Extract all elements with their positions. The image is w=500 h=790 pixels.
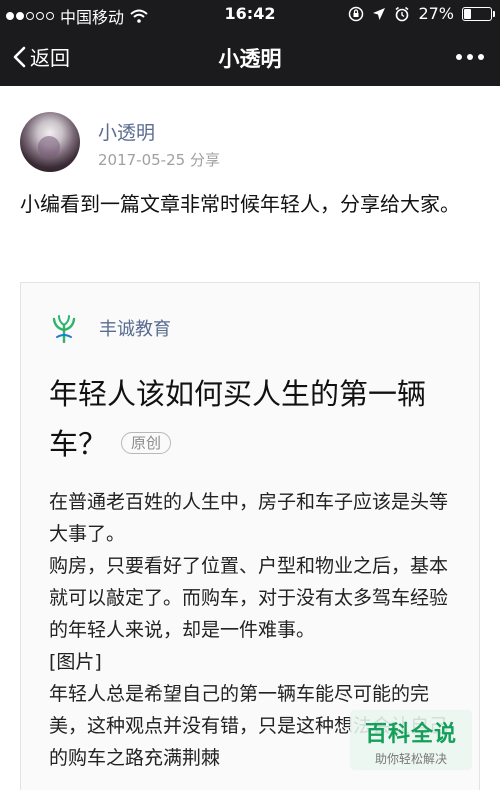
image-placeholder: [图片] xyxy=(49,651,102,673)
rotation-lock-icon xyxy=(349,6,364,21)
location-arrow-icon xyxy=(373,7,386,20)
alarm-icon xyxy=(395,6,409,21)
page-title: 小透明 xyxy=(218,47,282,71)
status-bar: 中国移动 16:42 27% xyxy=(0,0,500,28)
article-title-text: 年轻人该如何买人生的第一辆车？ xyxy=(49,377,427,461)
navigation-bar: 返回 小透明 xyxy=(0,28,500,86)
watermark-title: 百科全说 xyxy=(364,722,457,747)
post-meta: 2017-05-25 分享 xyxy=(98,149,220,170)
author-name[interactable]: 小透明 xyxy=(98,118,155,145)
excerpt-paragraph: 在普通老百姓的人生中，房子和车子应该是头等大事了。 xyxy=(49,491,449,545)
shared-label: 分享 xyxy=(189,151,220,169)
source-name: 丰诚教育 xyxy=(99,319,171,340)
avatar[interactable] xyxy=(20,112,80,172)
excerpt-paragraph: 购房，只要看好了位置、户型和物业之后，基本就可以敲定了。而购车，对于没有太多驾车… xyxy=(49,555,449,641)
original-badge: 原创 xyxy=(121,432,172,454)
post-text: 小编看到一篇文章非常时候年轻人，分享给大家。 xyxy=(20,192,460,216)
sprout-logo-icon xyxy=(52,315,76,343)
chevron-left-icon xyxy=(13,46,26,67)
back-button[interactable]: 返回 xyxy=(12,42,70,71)
post-author: 小透明 2017-05-25 分享 xyxy=(20,112,480,174)
more-dots-icon[interactable] xyxy=(456,54,484,60)
back-label: 返回 xyxy=(30,46,70,70)
status-right: 27% xyxy=(348,4,495,23)
watermark-subtitle: 助你轻松解决 xyxy=(374,752,447,766)
post-date: 2017-05-25 xyxy=(98,151,186,169)
article-title: 年轻人该如何买人生的第一辆车？ 原创 xyxy=(49,369,459,469)
battery-fill xyxy=(464,8,472,19)
battery-icon xyxy=(462,6,495,21)
battery-percent: 27% xyxy=(418,4,454,23)
watermark-logo: 百科全说 助你轻松解决 xyxy=(350,710,472,770)
article-source: 丰诚教育 xyxy=(51,313,171,343)
